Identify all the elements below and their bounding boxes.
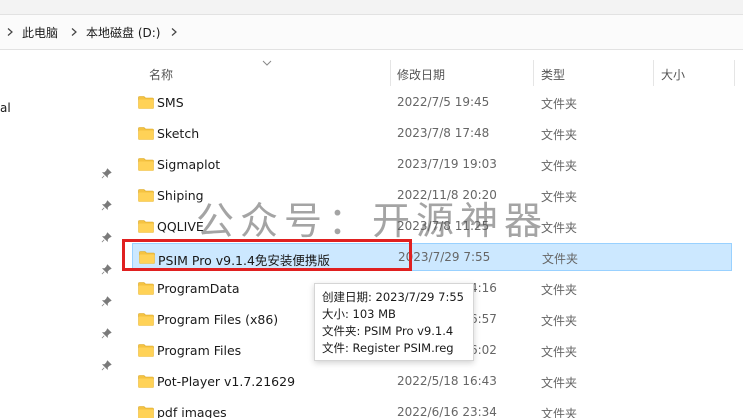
- column-header-date[interactable]: 修改日期: [397, 66, 445, 83]
- chevron-right-icon[interactable]: [170, 28, 178, 36]
- chevron-right-icon[interactable]: [6, 28, 14, 36]
- sidebar-item-partial[interactable]: al: [0, 101, 11, 115]
- pin-icon[interactable]: [99, 198, 113, 212]
- modified-date: 2023/7/8 17:48: [397, 126, 490, 140]
- folder-icon: [138, 220, 154, 233]
- table-row[interactable]: Pot-Player v1.7.21629 2022/5/18 16:43 文件…: [132, 368, 732, 396]
- file-name[interactable]: SMS: [157, 95, 184, 110]
- item-tooltip: 创建日期: 2023/7/29 7:55 大小: 103 MB 文件夹: PSI…: [314, 283, 474, 361]
- modified-date: 2022/7/5 19:45: [397, 95, 490, 109]
- file-type: 文件夹: [541, 97, 578, 111]
- column-divider[interactable]: [653, 60, 654, 86]
- pin-icon[interactable]: [99, 294, 113, 308]
- address-bar[interactable]: 此电脑 本地磁盘 (D:): [0, 14, 743, 50]
- folder-icon: [138, 375, 154, 388]
- tooltip-folders: 文件夹: PSIM Pro v9.1.4: [322, 324, 454, 338]
- column-header-row: 名称 修改日期 类型 大小: [120, 60, 743, 86]
- file-name[interactable]: Program Files: [157, 343, 241, 358]
- file-name[interactable]: Sigmaplot: [157, 157, 220, 172]
- folder-icon: [138, 282, 154, 295]
- pin-icon[interactable]: [99, 358, 113, 372]
- folder-icon: [138, 189, 154, 202]
- table-row[interactable]: Sigmaplot 2023/7/19 19:03 文件夹: [132, 151, 732, 179]
- file-type: 文件夹: [541, 283, 578, 297]
- file-type: 文件夹: [541, 345, 578, 359]
- file-name[interactable]: ProgramData: [157, 281, 240, 296]
- file-type: 文件夹: [541, 159, 578, 173]
- file-name[interactable]: pdf images: [157, 405, 227, 418]
- file-type: 文件夹: [541, 314, 578, 328]
- pin-icon[interactable]: [99, 326, 113, 340]
- folder-icon: [138, 344, 154, 357]
- folder-icon: [138, 406, 154, 418]
- breadcrumb-this-pc[interactable]: 此电脑: [20, 22, 60, 43]
- file-type: 文件夹: [541, 128, 578, 142]
- tooltip-size: 大小: 103 MB: [322, 307, 396, 321]
- title-bar-strip: [0, 0, 743, 14]
- folder-icon: [138, 313, 154, 326]
- modified-date: 2022/5/18 16:43: [397, 374, 497, 388]
- column-divider[interactable]: [390, 60, 391, 86]
- chevron-right-icon[interactable]: [70, 28, 78, 36]
- tooltip-created-date: 创建日期: 2023/7/29 7:55: [322, 290, 464, 304]
- pin-icon[interactable]: [99, 262, 113, 276]
- file-name[interactable]: Program Files (x86): [157, 312, 278, 327]
- column-header-type[interactable]: 类型: [541, 66, 565, 83]
- column-divider[interactable]: [533, 60, 534, 86]
- column-divider[interactable]: [734, 60, 735, 86]
- tooltip-files: 文件: Register PSIM.reg: [322, 341, 454, 355]
- pin-icon[interactable]: [99, 230, 113, 244]
- watermark-text: 公众号：开源神器: [196, 199, 549, 243]
- folder-icon: [138, 96, 154, 109]
- file-type: 文件夹: [541, 407, 578, 418]
- column-header-size[interactable]: 大小: [661, 66, 685, 83]
- table-row[interactable]: pdf images 2022/6/16 23:34 文件夹: [132, 399, 732, 418]
- file-name[interactable]: Sketch: [157, 126, 199, 141]
- modified-date: 2023/7/19 19:03: [397, 157, 497, 171]
- modified-date: 2022/6/16 23:34: [397, 405, 497, 418]
- table-row[interactable]: Sketch 2023/7/8 17:48 文件夹: [132, 120, 732, 148]
- column-header-name[interactable]: 名称: [149, 66, 173, 83]
- pin-icon[interactable]: [99, 166, 113, 180]
- folder-icon: [138, 127, 154, 140]
- file-type: 文件夹: [542, 252, 579, 266]
- folder-icon: [138, 158, 154, 171]
- sort-chevron-icon: [262, 60, 272, 66]
- breadcrumb-local-disk-d[interactable]: 本地磁盘 (D:): [84, 22, 162, 43]
- file-name[interactable]: Pot-Player v1.7.21629: [157, 374, 295, 389]
- table-row[interactable]: SMS 2022/7/5 19:45 文件夹: [132, 89, 732, 117]
- file-type: 文件夹: [541, 376, 578, 390]
